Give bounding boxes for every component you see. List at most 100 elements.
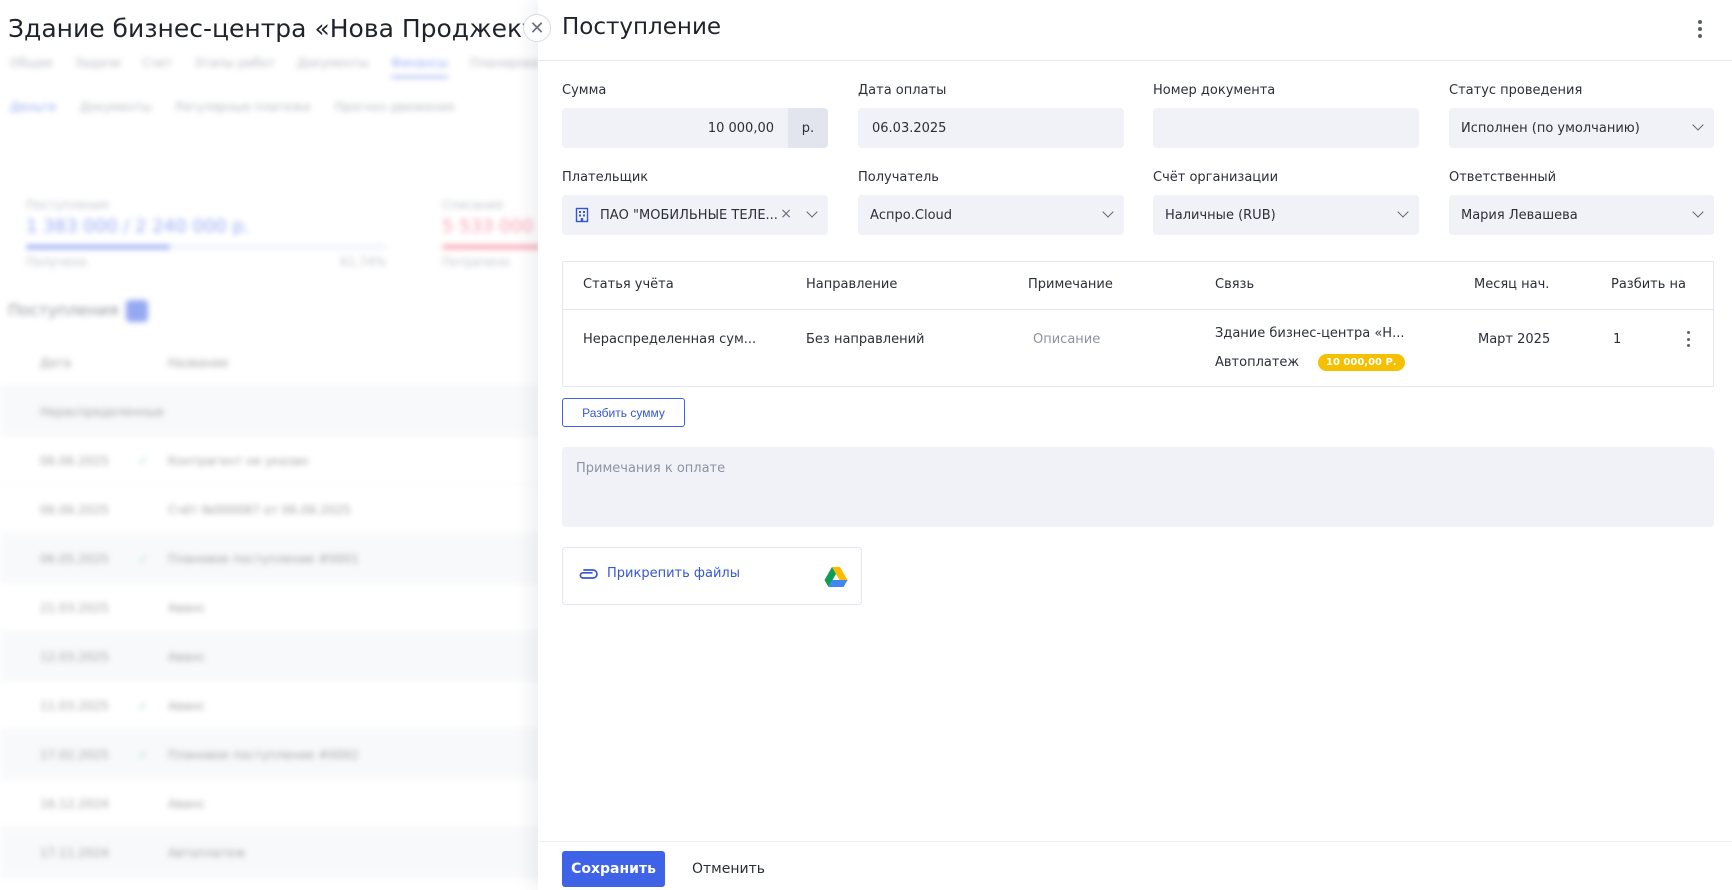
background-kpi-value: 5 533 000	[442, 216, 534, 237]
background-section-label: Поступления	[8, 300, 119, 320]
payer-select[interactable]: ПАО "МОБИЛЬНЫЕ ТЕЛЕ... ×	[562, 195, 828, 235]
amount-badge: 10 000,00 Р.	[1318, 354, 1405, 371]
panel-footer: Сохранить Отменить	[538, 841, 1732, 890]
cell: Дата	[40, 356, 72, 370]
doc-number-input[interactable]	[1153, 108, 1419, 148]
cell: Плановое поступление #0001	[168, 552, 360, 566]
split-cell[interactable]: 1	[1613, 332, 1621, 347]
attach-files-label: Прикрепить файлы	[607, 566, 740, 581]
background-subtabs: Деньги Документы Регулярные платежи Прог…	[10, 100, 454, 114]
panel-title: Поступление	[562, 14, 722, 40]
background-kpi-expense: Списания 5 533 000 Потрачено	[442, 198, 540, 269]
recipient-label: Получатель	[858, 170, 939, 185]
table-row: 17.11.2024 Автоплатеж	[0, 828, 540, 877]
background-page-title: Здание бизнес-центра «Нова Проджект»	[8, 14, 552, 43]
clear-icon[interactable]: ×	[780, 206, 792, 222]
responsible-select[interactable]: Мария Левашева	[1449, 195, 1714, 235]
background-kpi-bar	[442, 245, 540, 249]
cell: 12.03.2025	[40, 650, 109, 664]
currency-unit: р.	[788, 108, 828, 148]
payment-notes-input[interactable]	[562, 447, 1714, 527]
add-icon	[126, 300, 149, 322]
sum-label: Сумма	[562, 83, 607, 98]
status-value: Исполнен (по умолчанию)	[1461, 120, 1640, 136]
background-tab: Этапы работ	[194, 56, 275, 70]
table-row: 16.12.2024 Аванс	[0, 779, 540, 828]
recipient-select[interactable]: Аспро.Cloud	[858, 195, 1124, 235]
chevron-down-icon	[1692, 206, 1704, 218]
background-tab: Задачи	[74, 56, 121, 70]
column-header-month: Месяц нач.	[1474, 277, 1550, 292]
responsible-label: Ответственный	[1449, 170, 1557, 185]
link-cell-object[interactable]: Здание бизнес-центра «Н...	[1215, 326, 1404, 341]
cell: 06.06.2025	[40, 454, 109, 468]
background-tab: Общее	[10, 56, 53, 70]
cell: Автоплатеж	[168, 846, 246, 860]
payment-date-label: Дата оплаты	[858, 83, 947, 98]
close-panel-button[interactable]: ✕	[523, 14, 551, 42]
chevron-down-icon	[1397, 206, 1409, 218]
doc-number-label: Номер документа	[1153, 83, 1276, 98]
background-subtab: Прогноз движения	[334, 100, 455, 114]
cell: 17.02.2025	[40, 748, 109, 762]
attach-files-link[interactable]: Прикрепить файлы	[577, 566, 740, 581]
background-kpi-label: Поступления	[26, 198, 109, 212]
table-header: Статья учёта Направление Примечание Связ…	[563, 262, 1713, 310]
cell: Название	[168, 356, 229, 370]
responsible-value: Мария Левашева	[1461, 207, 1578, 223]
google-drive-icon[interactable]	[824, 566, 848, 588]
cell: 06.05.2025	[40, 552, 109, 566]
cell: 11.03.2025	[40, 699, 109, 713]
link-cell-autopay: Автоплатеж	[1215, 355, 1300, 370]
org-account-label: Счёт организации	[1153, 170, 1279, 185]
payment-date-input[interactable]: 06.03.2025	[858, 108, 1124, 148]
status-label: Статус проведения	[1449, 83, 1583, 98]
table-row: 06.06.2025 Счёт №000087 от 06.06.2025	[0, 485, 540, 534]
background-tabs: Общее Задачи Счет Этапы работ Документы …	[10, 56, 540, 78]
background-content: Общее Задачи Счет Этапы работ Документы …	[0, 48, 540, 890]
row-menu-icon[interactable]	[1685, 331, 1691, 347]
direction-cell[interactable]: Без направлений	[806, 332, 925, 347]
article-cell[interactable]: Нераспределенная сум...	[583, 332, 756, 347]
cell: Аванс	[168, 797, 206, 811]
cell: Нераспределенные	[40, 405, 165, 419]
cell: Счёт №000087 от 06.06.2025	[168, 503, 351, 517]
table-row: Нераспределенные	[0, 387, 540, 436]
cell: 16.12.2024	[40, 797, 109, 811]
column-header-article: Статья учёта	[583, 277, 674, 292]
background-kpi-percent: 61,74%	[340, 255, 386, 269]
income-panel: Поступление Сумма 10 000,00 р. Дата опла…	[538, 0, 1732, 890]
status-select[interactable]: Исполнен (по умолчанию)	[1449, 108, 1714, 148]
table-row: Дата Название	[0, 338, 540, 387]
cell: Аванс	[168, 650, 206, 664]
month-cell[interactable]: Март 2025	[1478, 332, 1550, 347]
recipient-value: Аспро.Cloud	[870, 207, 953, 223]
column-header-note: Примечание	[1028, 277, 1113, 292]
cell: Аванс	[168, 699, 206, 713]
sum-value: 10 000,00	[707, 120, 774, 136]
background-tab: Планирование	[469, 56, 540, 70]
background-kpi-income: Поступления 1 383 000 / 2 240 000 р. Пол…	[26, 198, 386, 269]
table-row: 21.03.2025 Аванс	[0, 583, 540, 632]
payer-value: ПАО "МОБИЛЬНЫЕ ТЕЛЕ...	[600, 207, 778, 223]
cancel-button[interactable]: Отменить	[684, 851, 773, 887]
column-header-link: Связь	[1215, 277, 1255, 292]
background-kpi-sub: Получено	[26, 255, 87, 269]
kebab-vertical-icon[interactable]	[1690, 18, 1710, 40]
cell: Аванс	[168, 601, 206, 615]
sum-input[interactable]: 10 000,00	[562, 108, 788, 148]
column-header-split: Разбить на	[1611, 277, 1687, 292]
column-header-direction: Направление	[806, 277, 898, 292]
allocation-table: Статья учёта Направление Примечание Связ…	[562, 261, 1714, 387]
background-kpi-value: 1 383 000 / 2 240 000 р.	[26, 216, 250, 237]
split-sum-button[interactable]: Разбить сумму	[562, 398, 685, 427]
background-subtab-active: Деньги	[10, 100, 56, 114]
note-cell[interactable]: Описание	[1033, 332, 1100, 347]
background-kpi-bar	[26, 245, 386, 249]
cell: 06.06.2025	[40, 503, 109, 517]
org-account-select[interactable]: Наличные (RUB)	[1153, 195, 1419, 235]
cell: Плановое поступление #0002	[168, 748, 360, 762]
panel-header: Поступление	[538, 0, 1732, 61]
background-tab: Счет	[142, 56, 173, 70]
save-button[interactable]: Сохранить	[562, 851, 665, 887]
